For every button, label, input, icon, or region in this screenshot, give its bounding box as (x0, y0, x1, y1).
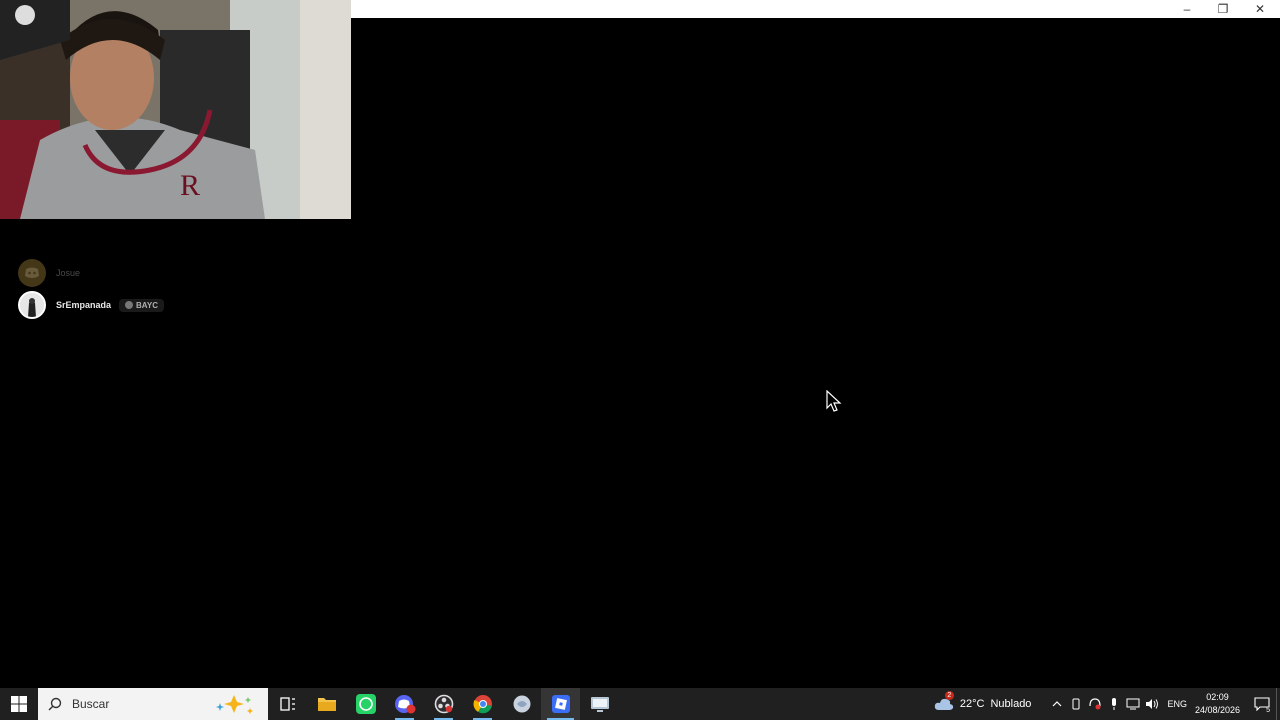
chevron-up-icon (1052, 701, 1062, 707)
weather-temp: 22°C (959, 698, 985, 710)
start-button[interactable] (0, 688, 38, 720)
close-button[interactable]: ✕ (1242, 0, 1278, 18)
restore-button[interactable]: ❐ (1205, 0, 1241, 18)
task-view-button[interactable] (268, 688, 307, 720)
svg-text:R: R (180, 169, 200, 202)
show-desktop-button[interactable] (1276, 688, 1280, 720)
remote-app-button[interactable] (580, 688, 619, 720)
avatar-image (20, 293, 44, 317)
obs-icon (434, 694, 453, 714)
network-icon (1126, 698, 1140, 710)
network-button[interactable] (1123, 688, 1142, 720)
discord-ptb-icon (394, 695, 415, 714)
folder-icon (317, 698, 336, 711)
avatar (18, 291, 46, 319)
search-highlight-icon (216, 695, 253, 714)
webcam-overlay: R (0, 0, 351, 219)
app-window: – ❐ ✕ R Josue SrEmpanada BAYC (0, 0, 1280, 688)
badge-icon (125, 301, 134, 309)
roblox-icon (551, 695, 570, 713)
windows-logo-icon (11, 696, 27, 712)
voice-user[interactable]: Josue (18, 258, 164, 288)
discord-ptb-button[interactable] (385, 688, 424, 720)
weather-condition: Nublado (990, 698, 1032, 710)
volume-button[interactable] (1142, 688, 1161, 720)
roblox-button[interactable] (541, 688, 580, 720)
discord-icon (25, 267, 39, 278)
avatar (18, 259, 46, 287)
hidden-icons-button[interactable] (1047, 688, 1066, 720)
taskbar-search[interactable]: Buscar (38, 688, 268, 720)
title-bar[interactable]: – ❐ ✕ (351, 0, 1280, 18)
minimize-button[interactable]: – (1169, 0, 1205, 18)
mouse-cursor-icon (826, 390, 842, 412)
browser-app-button[interactable] (502, 688, 541, 720)
file-explorer-button[interactable] (307, 688, 346, 720)
language-indicator[interactable]: ENG (1167, 699, 1187, 709)
badge-label: BAYC (136, 300, 158, 310)
clock-date: 24/08/2026 (1194, 705, 1240, 715)
weather-alert-badge: 2 (944, 691, 954, 700)
clock[interactable]: 02:09 24/08/2026 (1195, 691, 1240, 717)
search-icon (48, 697, 62, 711)
whatsapp-button[interactable] (346, 688, 385, 720)
system-tray: 2 22°C Nublado ENG 02:09 24/08/2026 5 (934, 688, 1280, 720)
chrome-button[interactable] (463, 688, 502, 720)
tray-item[interactable] (1066, 688, 1085, 720)
voice-user[interactable]: SrEmpanada BAYC (18, 290, 164, 320)
weather-widget[interactable]: 2 22°C Nublado (934, 691, 1032, 711)
task-view-icon (279, 697, 295, 711)
tray-item[interactable] (1085, 688, 1104, 720)
whatsapp-icon (355, 694, 376, 714)
microphone-icon (1111, 698, 1116, 710)
tray-item[interactable] (1104, 688, 1123, 720)
voice-user-name: SrEmpanada (56, 300, 112, 310)
remote-desktop-icon (590, 697, 609, 712)
headset-icon (1089, 698, 1101, 710)
voice-participants: Josue SrEmpanada BAYC (18, 258, 164, 322)
webcam-feed-image: R (0, 0, 351, 219)
notification-count: 5 (1266, 707, 1270, 714)
globe-app-icon (513, 695, 530, 713)
clock-time: 02:09 (1206, 692, 1229, 702)
notification-center-button[interactable]: 5 (1248, 688, 1276, 720)
search-placeholder: Buscar (72, 697, 110, 711)
obs-button[interactable] (424, 688, 463, 720)
chrome-icon (473, 695, 492, 714)
device-icon (1072, 698, 1080, 710)
taskbar: Buscar 2 22°C Nublado ENG 02:09 24/08/20… (0, 688, 1280, 720)
voice-user-name: Josue (56, 268, 81, 278)
user-badge: BAYC (119, 298, 164, 312)
speaker-icon (1145, 699, 1158, 709)
